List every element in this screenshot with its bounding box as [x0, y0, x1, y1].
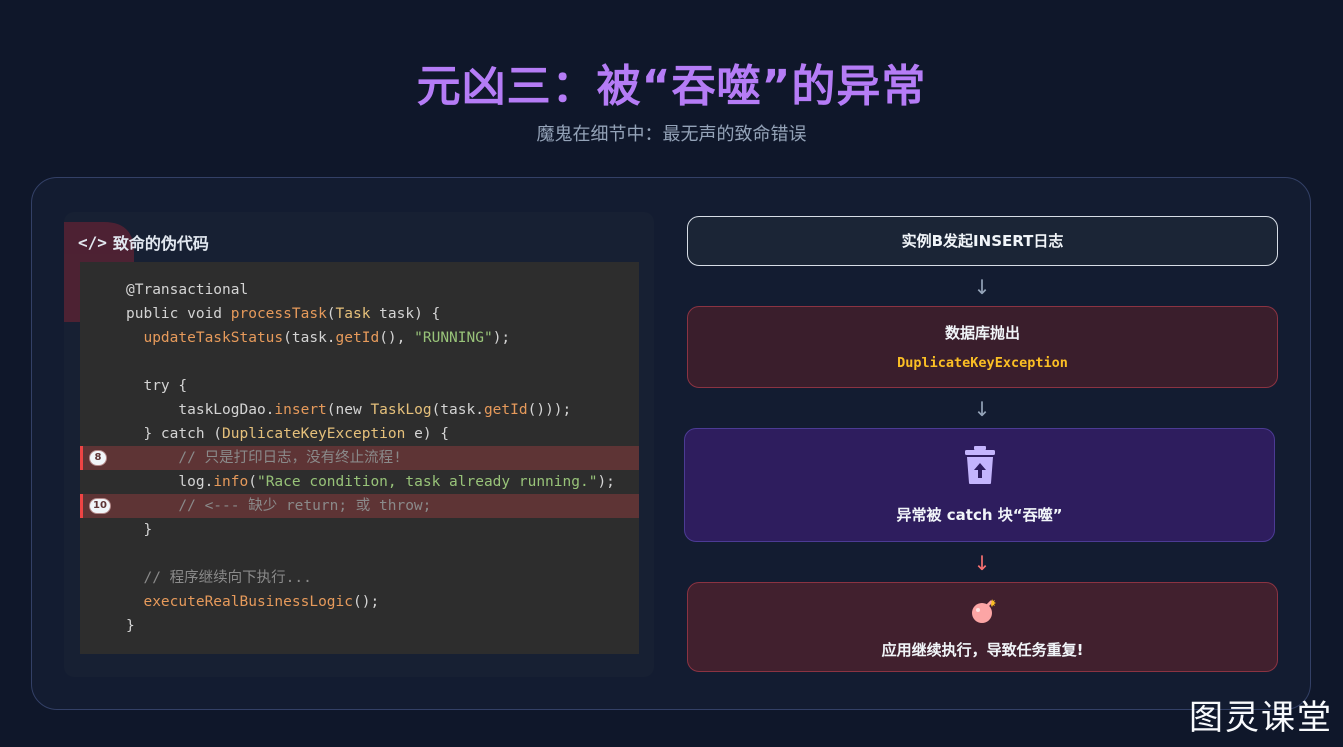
code-line: @Transactional — [80, 278, 639, 302]
code-token: // 程序继续向下执行... — [126, 570, 312, 586]
code-token: executeRealBusinessLogic — [143, 594, 353, 610]
flow-step-exception-code: DuplicateKeyException — [897, 355, 1068, 371]
code-line: log.info("Race condition, task already r… — [80, 470, 639, 494]
code-line-highlighted: 8 // 只是打印日志，没有终止流程! — [80, 446, 639, 470]
code-token: getId — [335, 330, 380, 346]
code-token: insert — [274, 402, 327, 418]
page-title: 元凶三：被“吞噬”的异常 — [416, 61, 927, 112]
code-token: @Transactional — [126, 282, 249, 298]
flow-step-duplicate-title: 应用继续执行，导致任务重复! — [881, 641, 1084, 659]
code-line: public void processTask(Task task) { — [80, 302, 639, 326]
line-number-badge: 8 — [89, 450, 107, 466]
code-line-text: try { — [126, 374, 187, 398]
page-subtitle: 魔鬼在细节中：最无声的致命错误 — [536, 124, 807, 145]
code-token: (task. — [431, 402, 484, 418]
code-token: ( — [326, 306, 336, 322]
code-line-text: // 程序继续向下执行... — [126, 566, 312, 590]
code-token: (task. — [283, 330, 336, 346]
highlight-marker — [80, 446, 83, 470]
code-token: getId — [483, 402, 528, 418]
code-token: "Race condition, task already running." — [256, 474, 598, 490]
code-line: // 程序继续向下执行... — [80, 566, 639, 590]
code-line: } — [80, 518, 639, 542]
flow-step-exception: 数据库抛出 DuplicateKeyException — [687, 306, 1278, 388]
watermark-logo: 图灵课堂 — [1189, 698, 1333, 738]
code-line-text: // 只是打印日志，没有终止流程! — [126, 446, 402, 470]
code-token: processTask — [230, 306, 327, 322]
trash-restore-icon — [965, 446, 995, 484]
code-token: (); — [352, 594, 380, 610]
code-line-highlighted: 10 // <--- 缺少 return; 或 throw; — [80, 494, 639, 518]
code-token: } catch ( — [126, 426, 223, 442]
code-card-title: </> 致命的伪代码 — [78, 230, 209, 254]
code-line: executeRealBusinessLogic(); — [80, 590, 639, 614]
code-block: @Transactional public void processTask(Ta… — [80, 262, 639, 654]
code-card-title-text: 致命的伪代码 — [112, 234, 209, 253]
code-token: taskLogDao. — [126, 402, 275, 418]
code-line-text: // <--- 缺少 return; 或 throw; — [126, 494, 431, 518]
code-token: try { — [126, 378, 188, 394]
code-line: try { — [80, 374, 639, 398]
code-token: "RUNNING" — [414, 330, 493, 346]
line-number-badge: 10 — [89, 498, 111, 514]
flow-arrow-3: ↓ — [973, 551, 991, 575]
code-line-text: } catch (DuplicateKeyException e) { — [126, 422, 449, 446]
code-line: } — [80, 614, 639, 638]
flow-arrow-1: ↓ — [973, 275, 991, 299]
code-line-text: log.info("Race condition, task already r… — [126, 470, 615, 494]
code-token: ); — [597, 474, 615, 490]
code-line-text: } — [126, 614, 135, 638]
code-token: // <--- 缺少 return; 或 throw; — [126, 498, 432, 514]
flow-step-duplicate: 应用继续执行，导致任务重复! — [687, 582, 1278, 672]
code-token: (), — [379, 330, 415, 346]
code-token: log. — [126, 474, 214, 490]
code-token: updateTaskStatus — [143, 330, 284, 346]
code-token: e) { — [405, 426, 450, 442]
code-line-text: updateTaskStatus(task.getId(), "RUNNING"… — [126, 326, 510, 350]
code-token: } — [126, 522, 153, 538]
code-icon: </> — [78, 232, 107, 252]
flow-step-exception-title: 数据库抛出 — [944, 324, 1020, 342]
highlight-marker — [80, 494, 83, 518]
code-token: ( — [248, 474, 257, 490]
code-token: DuplicateKeyException — [222, 426, 406, 442]
code-token: task) { — [370, 306, 441, 322]
code-token: (new — [326, 402, 371, 418]
code-line-text: executeRealBusinessLogic(); — [126, 590, 379, 614]
flow-step-swallowed: 异常被 catch 块“吞噬” — [684, 428, 1275, 542]
code-card: </> 致命的伪代码 @Transactional public void pro… — [64, 212, 654, 677]
flow-arrow-2: ↓ — [973, 397, 991, 421]
code-line: taskLogDao.insert(new TaskLog(task.getId… — [80, 398, 639, 422]
code-line-text: taskLogDao.insert(new TaskLog(task.getId… — [126, 398, 571, 422]
code-line-text: @Transactional — [126, 278, 248, 302]
code-token: ())); — [527, 402, 572, 418]
code-token: TaskLog — [370, 402, 432, 418]
code-token: } — [126, 618, 135, 634]
code-token: public void — [126, 306, 231, 322]
code-line-text: public void processTask(Task task) { — [126, 302, 440, 326]
code-token: ); — [492, 330, 511, 346]
flow-step-swallowed-title: 异常被 catch 块“吞噬” — [896, 506, 1063, 524]
code-token: Task — [335, 306, 371, 322]
code-line: } catch (DuplicateKeyException e) { — [80, 422, 639, 446]
flow-step-insert: 实例B发起INSERT日志 — [687, 216, 1278, 266]
code-token: info — [213, 474, 249, 490]
bomb-icon — [972, 599, 996, 623]
code-token: // 只是打印日志，没有终止流程! — [126, 450, 402, 466]
code-line-text: } — [126, 518, 152, 542]
code-line: updateTaskStatus(task.getId(), "RUNNING"… — [80, 326, 639, 350]
